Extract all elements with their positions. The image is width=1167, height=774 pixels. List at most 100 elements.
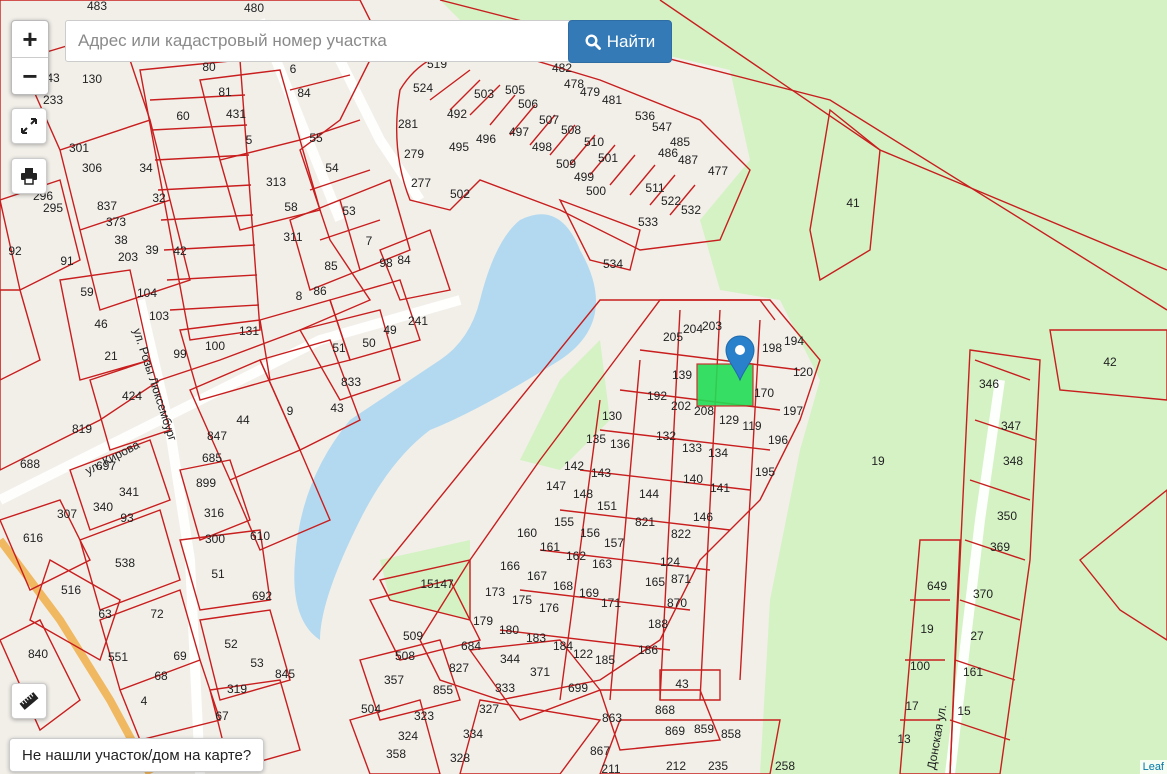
parcel-number-label: 68: [154, 669, 168, 683]
parcel-number-label: 334: [463, 727, 483, 741]
parcel-number-label: 58: [284, 200, 298, 214]
parcel-number-label: 208: [694, 404, 714, 418]
cadastral-map[interactable]: ул. Кирова ул. Розы Люксембург Донская у…: [0, 0, 1167, 774]
parcel-number-label: 524: [413, 81, 433, 95]
parcel-number-label: 688: [20, 457, 40, 471]
parcel-number-label: 211: [601, 762, 620, 774]
parcel-number-label: 370: [973, 587, 993, 601]
parcel-number-label: 480: [244, 1, 264, 15]
parcel-number-label: 80: [202, 60, 216, 74]
parcel-number-label: 504: [361, 702, 381, 716]
parcel-number-label: 328: [450, 751, 470, 765]
parcel-number-label: 175: [512, 593, 532, 607]
parcel-number-label: 357: [384, 673, 404, 687]
parcel-number-label: 486: [658, 146, 678, 160]
map-attribution[interactable]: Leaf: [1139, 760, 1167, 774]
parcel-number-label: 176: [539, 601, 559, 615]
parcel-number-label: 204: [683, 322, 703, 336]
zoom-control: + −: [11, 20, 49, 95]
parcel-number-label: 819: [72, 422, 92, 436]
parcel-number-label: 119: [742, 419, 761, 433]
parcel-number-label: 300: [205, 532, 225, 546]
parcel-number-label: 511: [645, 181, 664, 195]
search-input[interactable]: [65, 20, 575, 62]
parcel-number-label: 143: [591, 466, 611, 480]
measure-button[interactable]: [11, 683, 47, 719]
parcel-number-label: 86: [313, 284, 327, 298]
parcel-number-label: 7: [366, 234, 373, 248]
parcel-number-label: 863: [602, 711, 622, 725]
parcel-number-label: 649: [927, 579, 947, 593]
parcel-number-label: 92: [8, 244, 22, 258]
parcel-number-label: 197: [783, 404, 803, 418]
parcel-number-label: 134: [708, 446, 728, 460]
parcel-number-label: 93: [120, 511, 134, 525]
parcel-number-label: 324: [398, 729, 418, 743]
parcel-number-label: 161: [963, 665, 983, 679]
parcel-number-label: 508: [395, 649, 415, 663]
parcel-number-label: 129: [719, 413, 739, 427]
parcel-number-label: 538: [115, 556, 135, 570]
parcel-number-label: 509: [556, 157, 576, 171]
parcel-number-label: 205: [663, 330, 683, 344]
parcel-number-label: 833: [341, 375, 361, 389]
zoom-in-button[interactable]: +: [12, 21, 48, 58]
parcel-number-label: 52: [224, 637, 238, 651]
parcel-number-label: 507: [539, 113, 559, 127]
parcel-number-label: 340: [93, 500, 113, 514]
parcel-number-label: 124: [660, 555, 680, 569]
parcel-number-label: 277: [411, 176, 431, 190]
parcel-number-label: 699: [568, 681, 588, 695]
parcel-number-label: 610: [250, 529, 270, 543]
parcel-number-label: 186: [638, 643, 658, 657]
parcel-number-label: 148: [573, 487, 593, 501]
parcel-number-label: 499: [574, 170, 594, 184]
search-button[interactable]: Найти: [568, 20, 672, 63]
parcel-number-label: 481: [602, 93, 622, 107]
parcel-number-label: 167: [527, 569, 547, 583]
parcel-number-label: 551: [108, 650, 128, 664]
parcel-number-label: 333: [495, 681, 515, 695]
search-button-label: Найти: [606, 31, 656, 51]
parcel-number-label: 103: [149, 309, 169, 323]
parcel-number-label: 140: [683, 472, 703, 486]
print-button[interactable]: [11, 158, 47, 194]
parcel-number-label: 13: [897, 732, 911, 746]
parcel-number-label: 185: [595, 653, 615, 667]
parcel-number-label: 51: [332, 341, 346, 355]
parcel-number-label: 50: [362, 336, 376, 350]
parcel-number-label: 307: [57, 507, 77, 521]
parcel-number-label: 32: [152, 191, 166, 205]
parcel-number-label: 27: [970, 629, 984, 643]
parcel-number-label: 344: [500, 652, 520, 666]
parcel-number-label: 21: [104, 349, 118, 363]
parcel-number-label: 533: [638, 215, 658, 229]
parcel-number-label: 6: [290, 62, 297, 76]
parcel-number-label: 196: [768, 433, 788, 447]
parcel-number-label: 165: [645, 575, 665, 589]
parcel-number-label: 697: [96, 459, 116, 473]
parcel-number-label: 616: [23, 531, 43, 545]
parcel-number-label: 141: [710, 481, 730, 495]
parcel-number-label: 15: [957, 704, 971, 718]
zoom-out-button[interactable]: −: [12, 58, 48, 94]
parcel-number-label: 281: [398, 117, 418, 131]
parcel-number-label: 69: [173, 649, 187, 663]
parcel-number-label: 279: [404, 147, 424, 161]
fullscreen-button[interactable]: [11, 108, 47, 144]
parcel-number-label: 4: [141, 694, 148, 708]
parcel-number-label: 198: [762, 341, 782, 355]
parcel-number-label: 547: [652, 120, 672, 134]
parcel-number-label: 132: [656, 429, 676, 443]
missing-parcel-hint[interactable]: Не нашли участок/дом на карте?: [9, 738, 265, 772]
parcel-number-label: 482: [552, 61, 572, 75]
parcel-number-label: 5: [246, 133, 253, 147]
parcel-number-label: 496: [476, 132, 496, 146]
parcel-number-label: 859: [694, 722, 714, 736]
parcel-number-label: 55: [309, 131, 323, 145]
parcel-number-label: 72: [150, 607, 164, 621]
parcel-number-label: 42: [1103, 355, 1117, 369]
parcel-number-label: 43: [330, 401, 344, 415]
parcel-number-label: 295: [43, 201, 63, 215]
parcel-number-label: 327: [479, 702, 499, 716]
